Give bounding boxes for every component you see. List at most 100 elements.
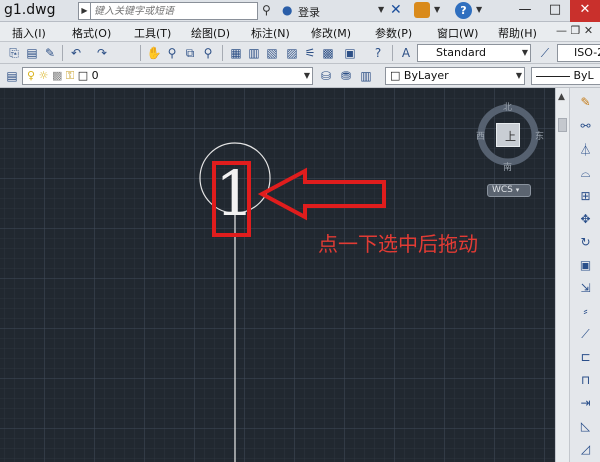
pan-icon[interactable]: ✋: [146, 45, 162, 61]
autodesk-app-icon[interactable]: [414, 2, 430, 18]
offset-icon[interactable]: ⌓: [577, 165, 594, 182]
binoculars-icon[interactable]: ⚲: [262, 3, 271, 17]
document-window-controls[interactable]: — ❐ ✕: [556, 24, 593, 37]
layer-value: 0: [91, 69, 99, 82]
search-expand-icon[interactable]: ▶: [78, 2, 90, 20]
menu-dimension[interactable]: 标注(N): [251, 25, 290, 41]
calculator-icon[interactable]: ▣: [342, 45, 358, 61]
app-dropdown-icon[interactable]: ▼: [434, 5, 440, 14]
extend-icon[interactable]: ⟋: [577, 326, 594, 343]
viewport-freeze-icon: ▩: [51, 69, 63, 82]
wcs-menu[interactable]: WCS ▾: [487, 184, 531, 197]
sheet-set-icon[interactable]: ▨: [284, 45, 300, 61]
make-current-layer-icon[interactable]: ⛁: [318, 68, 334, 84]
properties-icon[interactable]: ▦: [228, 45, 244, 61]
modify-toolbar: ✎ ⚯ ⏃ ⌓ ⊞ ✥ ↻ ▣ ⇲ ⸗ ⟋ ⊏ ⊓ ⇥ ◺ ◿: [569, 88, 600, 462]
maximize-button[interactable]: □: [540, 0, 570, 22]
lock-icon: ⚿: [65, 69, 75, 82]
viewcube-north[interactable]: 北: [503, 100, 512, 113]
undo-icon[interactable]: ↶: [68, 45, 84, 61]
text-style-icon[interactable]: A: [398, 45, 414, 61]
explode-icon[interactable]: ◿: [577, 441, 594, 458]
toolbar-separator: [140, 45, 141, 61]
chevron-down-icon: ▼: [515, 71, 522, 80]
stretch-icon[interactable]: ⇲: [577, 280, 594, 297]
minimize-button[interactable]: —: [510, 0, 540, 22]
viewcube-east[interactable]: 东: [535, 129, 544, 142]
text-style-select[interactable]: Standard ▼: [417, 44, 531, 62]
break-icon[interactable]: ⊏: [577, 349, 594, 366]
redo-icon[interactable]: ↷: [94, 45, 110, 61]
dimension-style-icon[interactable]: ⟋: [537, 45, 553, 61]
layer-color-swatch: □: [77, 69, 89, 82]
menu-help[interactable]: 帮助(H): [498, 25, 537, 41]
lightbulb-icon: ♀: [27, 69, 36, 82]
menu-window[interactable]: 窗口(W): [437, 25, 478, 41]
paste-icon[interactable]: ▤: [24, 45, 40, 61]
user-icon[interactable]: ●: [282, 3, 292, 17]
menu-draw[interactable]: 绘图(D): [191, 25, 230, 41]
zoom-realtime-icon[interactable]: ⚲: [164, 45, 180, 61]
tool-palettes-icon[interactable]: ▧: [264, 45, 280, 61]
link-icon[interactable]: ⚯: [577, 118, 594, 135]
chevron-down-icon: ▼: [303, 71, 310, 80]
chamfer-icon[interactable]: ⇥: [577, 395, 594, 412]
rotate-icon[interactable]: ↻: [577, 234, 594, 251]
help-dropdown-icon[interactable]: ▼: [476, 5, 482, 14]
match-properties-icon[interactable]: ✎: [42, 45, 58, 61]
menu-modify[interactable]: 修改(M): [311, 25, 351, 41]
color-value: ByLayer: [403, 69, 449, 82]
join-icon[interactable]: ⊓: [577, 372, 594, 389]
viewcube-south[interactable]: 南: [503, 160, 512, 173]
menu-format[interactable]: 格式(O): [72, 25, 111, 41]
viewcube-west[interactable]: 西: [476, 129, 485, 142]
layer-previous-icon[interactable]: ⛃: [338, 68, 354, 84]
layer-select[interactable]: ♀ ☼ ▩ ⚿ □ 0 ▼: [22, 67, 313, 85]
zoom-previous-icon[interactable]: ⚲: [200, 45, 216, 61]
help-toolbar-icon[interactable]: ?: [370, 45, 386, 61]
zoom-window-icon[interactable]: ⧉: [182, 45, 198, 61]
scale-icon[interactable]: ▣: [577, 257, 594, 274]
drawing-canvas[interactable]: 1 点一下选中后拖动 北 西 东 南 上 WCS ▾: [0, 88, 555, 462]
chevron-down-icon: ▼: [521, 48, 528, 57]
color-swatch: □: [390, 69, 401, 82]
scroll-up-icon[interactable]: ▲: [558, 92, 565, 102]
exchange-icon[interactable]: ✕: [390, 2, 402, 18]
search-input[interactable]: [90, 2, 258, 20]
search-box[interactable]: ▶: [78, 2, 258, 20]
quick-calc-icon[interactable]: ▩: [320, 45, 336, 61]
linetype-select[interactable]: ByL: [531, 67, 600, 85]
document-filename: g1.dwg: [4, 2, 56, 18]
markup-icon[interactable]: ⚟: [302, 45, 318, 61]
wcs-label: WCS: [492, 185, 513, 195]
menu-bar: 插入(I) 格式(O) 工具(T) 绘图(D) 标注(N) 修改(M) 参数(P…: [0, 22, 600, 42]
menu-insert[interactable]: 插入(I): [12, 25, 46, 41]
trim-icon[interactable]: ⸗: [577, 303, 594, 320]
menu-parametric[interactable]: 参数(P): [375, 25, 412, 41]
standard-toolbar: ⎘ ▤ ✎ ↶ ↷ ✋ ⚲ ⧉ ⚲ ▦ ▥ ▧ ▨ ⚟ ▩ ▣ ? A Stan…: [0, 42, 600, 64]
viewcube-top-label: 上: [505, 130, 516, 143]
layer-properties-icon[interactable]: ▤: [4, 68, 20, 84]
vertical-scrollbar[interactable]: ▲: [555, 88, 569, 462]
help-icon[interactable]: ?: [455, 2, 472, 19]
copy-icon[interactable]: ⎘: [6, 45, 22, 61]
color-select[interactable]: □ ByLayer ▼: [385, 67, 525, 85]
scroll-thumb[interactable]: [558, 118, 567, 132]
linetype-value: ByL: [573, 69, 594, 82]
toolbar-separator: [62, 45, 63, 61]
mirror-icon[interactable]: ⏃: [577, 142, 594, 159]
login-link[interactable]: 登录: [298, 4, 320, 20]
toolbar-separator: [392, 45, 393, 61]
layer-states-icon[interactable]: ▥: [358, 68, 374, 84]
login-dropdown-icon[interactable]: ▼: [378, 5, 384, 14]
move-icon[interactable]: ✥: [577, 211, 594, 228]
array-icon[interactable]: ⊞: [577, 188, 594, 205]
balloon-number[interactable]: 1: [215, 158, 254, 230]
pencil-icon[interactable]: ✎: [577, 94, 594, 111]
drawing-graphics: [199, 104, 539, 462]
close-button[interactable]: ✕: [570, 0, 600, 22]
menu-tools[interactable]: 工具(T): [134, 25, 171, 41]
fillet-icon[interactable]: ◺: [577, 418, 594, 435]
design-center-icon[interactable]: ▥: [246, 45, 262, 61]
dimension-style-select[interactable]: ISO-25: [557, 44, 600, 62]
